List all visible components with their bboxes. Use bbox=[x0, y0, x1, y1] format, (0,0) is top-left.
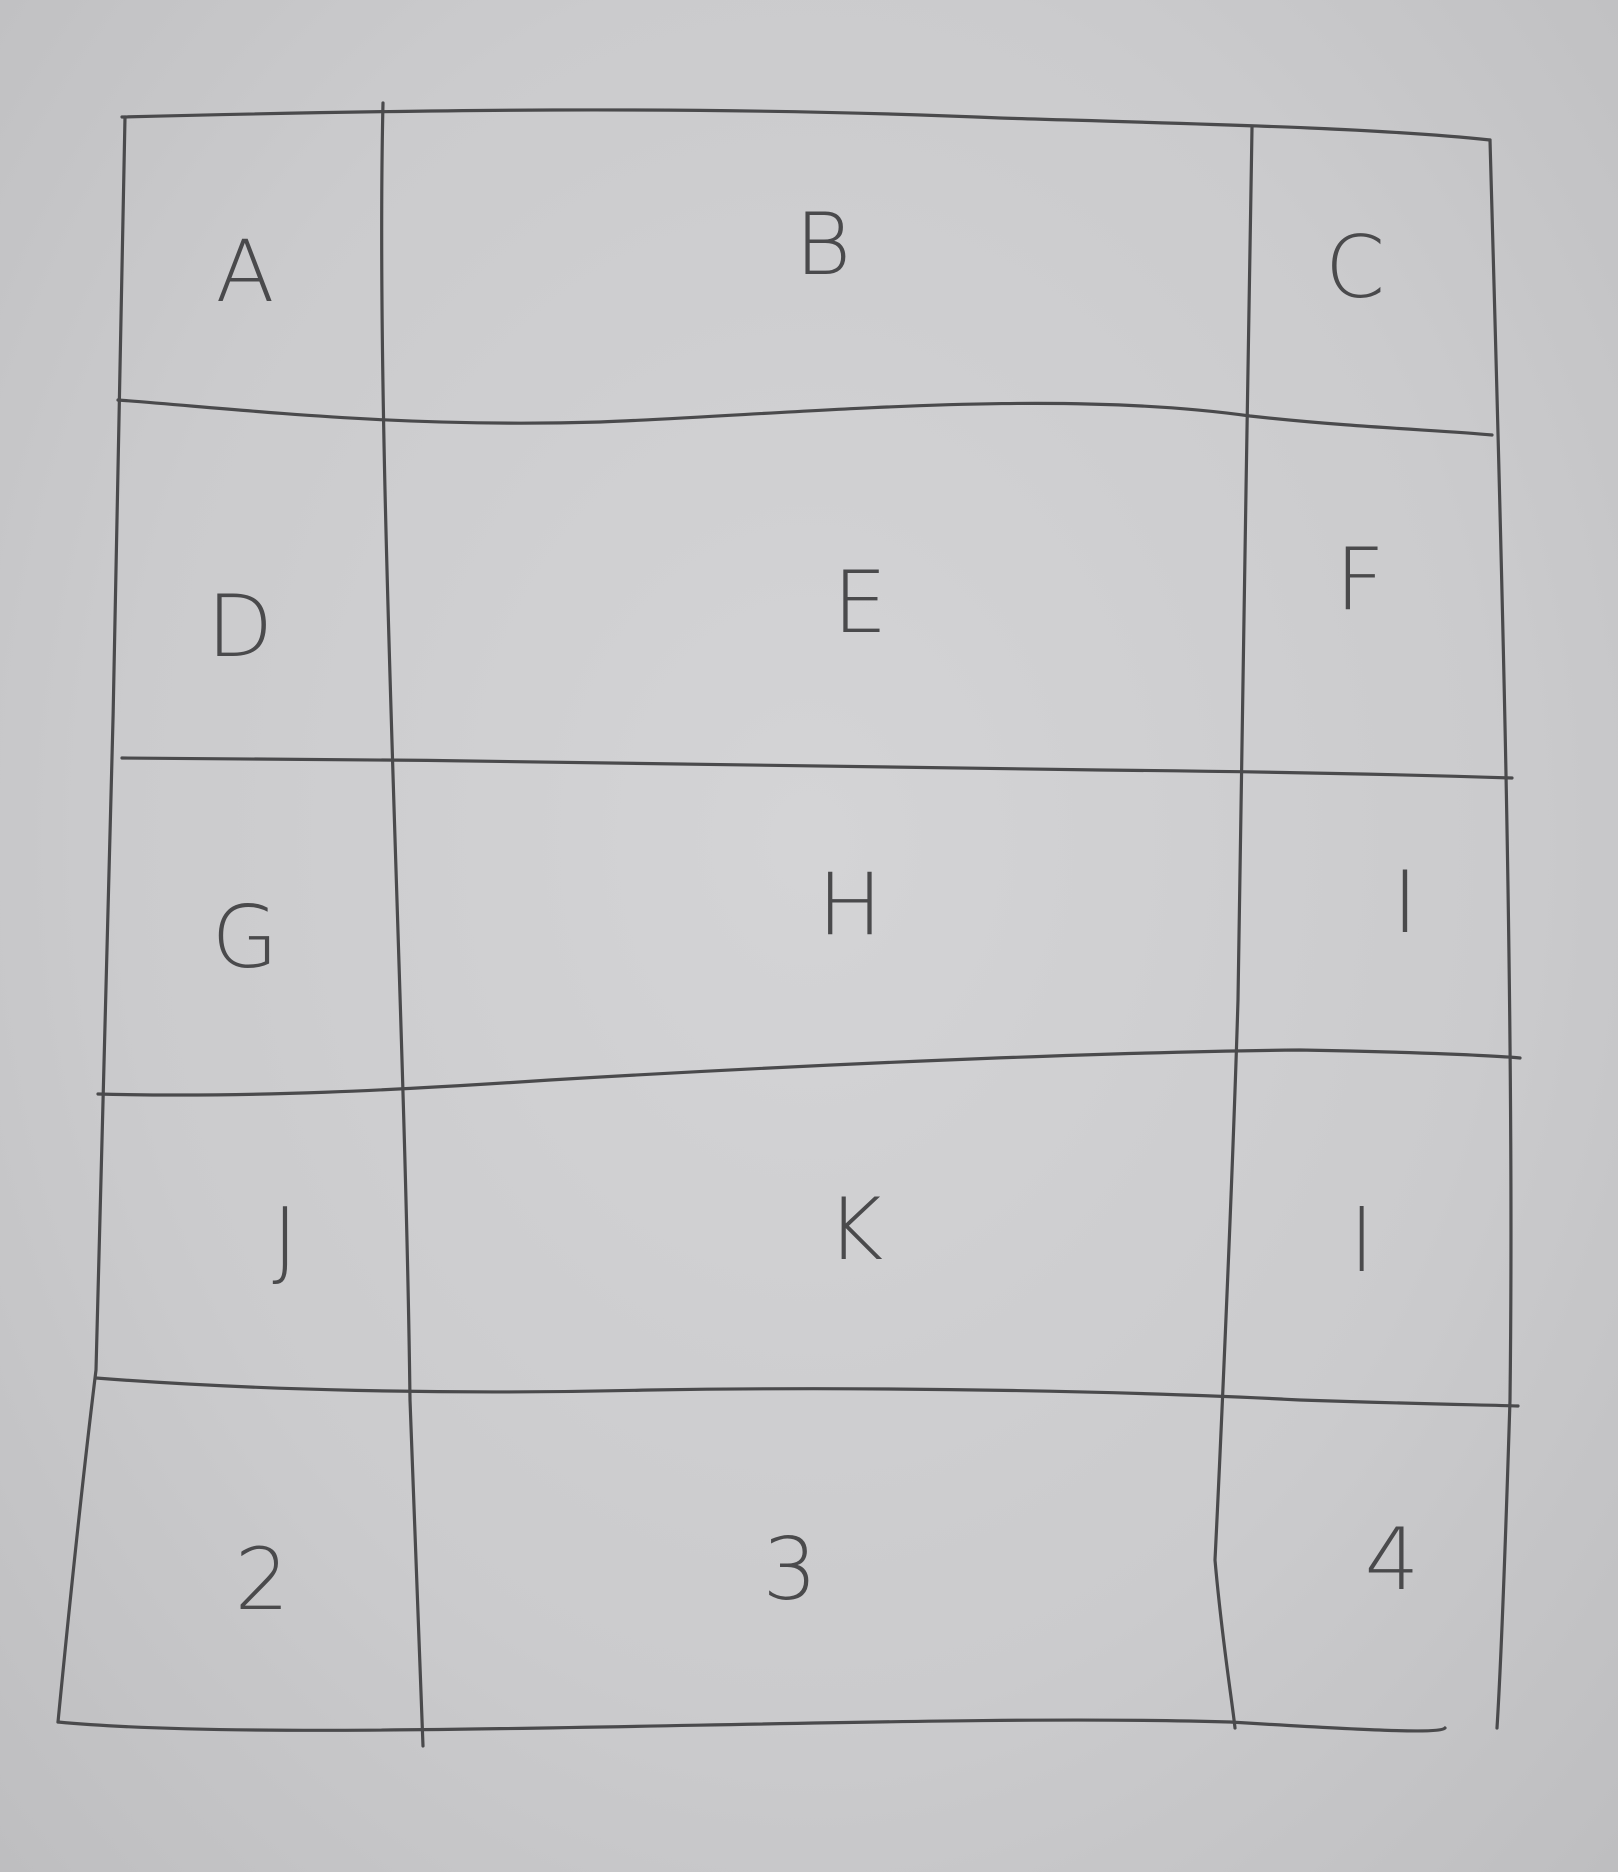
column-divider-1 bbox=[380, 101, 425, 1748]
cell-r5-c2: 3 bbox=[762, 1520, 818, 1620]
cell-r4-c2: K bbox=[826, 1180, 884, 1280]
table-border-top bbox=[120, 108, 1492, 142]
row-divider-2 bbox=[120, 756, 1514, 780]
cell-r3-c3: I bbox=[1392, 853, 1418, 953]
table-border-left bbox=[56, 115, 127, 1724]
cell-r4-c1: J bbox=[272, 1190, 298, 1290]
cell-r4-c3: l bbox=[1350, 1192, 1374, 1292]
cell-r1-c1: A bbox=[215, 222, 275, 322]
row-divider-4 bbox=[94, 1376, 1520, 1408]
paper-sheet: A B C D E F G H I J K l 2 3 4 bbox=[0, 0, 1618, 1872]
row-divider-1 bbox=[116, 398, 1494, 437]
cell-r2-c2: E bbox=[832, 553, 888, 653]
cell-r5-c3: 4 bbox=[1364, 1510, 1420, 1610]
cell-r1-c3: C bbox=[1324, 218, 1386, 318]
cell-r3-c2: H bbox=[817, 855, 883, 955]
cell-r3-c1: G bbox=[211, 888, 279, 988]
cell-r5-c1: 2 bbox=[234, 1530, 290, 1630]
row-divider-3 bbox=[96, 1048, 1522, 1097]
table-border-bottom bbox=[56, 1718, 1447, 1733]
cell-r1-c2: B bbox=[794, 195, 852, 295]
table-border-right bbox=[1488, 138, 1513, 1730]
column-divider-2 bbox=[1213, 126, 1254, 1730]
cell-r2-c1: D bbox=[206, 577, 274, 677]
cell-r2-c3: F bbox=[1335, 530, 1385, 630]
